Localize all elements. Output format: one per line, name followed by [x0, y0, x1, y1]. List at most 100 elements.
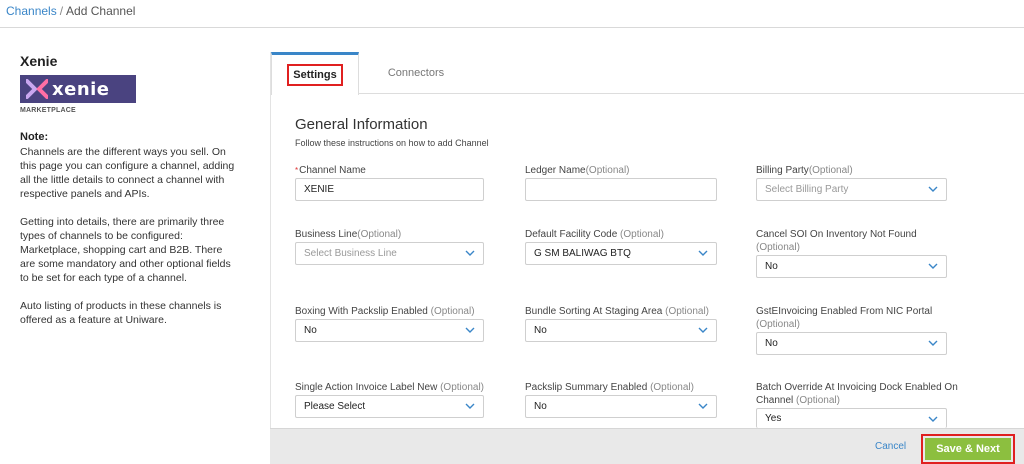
cancel-soi-select[interactable]: No [756, 255, 947, 278]
single-action-invoice-label-text: Single Action Invoice Label New [295, 382, 441, 393]
chevron-down-icon [698, 401, 708, 411]
batch-override-select[interactable]: Yes [756, 408, 947, 428]
gst-einvoicing-label-text: GstEInvoicing Enabled From NIC Portal [756, 306, 933, 317]
packslip-summary-optional: (Optional) [650, 382, 694, 393]
field-boxing-packslip: Boxing With Packslip Enabled (Optional) [295, 305, 475, 318]
channel-name-input[interactable]: XENIE [295, 178, 484, 201]
cancel-soi-label-text: Cancel SOI On Inventory Not Found [756, 229, 917, 240]
tab-bar: Settings Connectors [271, 52, 1024, 95]
channel-name-label: *Channel Name [295, 164, 366, 177]
field-packslip-summary: Packslip Summary Enabled (Optional) [525, 381, 694, 394]
tab-connectors[interactable]: Connectors [371, 52, 461, 94]
field-channel-name: *Channel Name [295, 164, 366, 177]
top-divider [0, 27, 1024, 28]
breadcrumb: Channels / Add Channel [6, 4, 135, 18]
boxing-packslip-select[interactable]: No [295, 319, 484, 342]
chevron-down-icon [698, 248, 708, 258]
chevron-down-icon [698, 325, 708, 335]
business-line-label-text: Business Line [295, 229, 358, 240]
gst-einvoicing-value: No [765, 338, 778, 349]
batch-override-value: Yes [765, 413, 782, 424]
billing-party-label-text: Billing Party [756, 165, 809, 176]
single-action-invoice-value: Please Select [304, 401, 366, 412]
field-batch-override: Batch Override At Invoicing Dock Enabled… [756, 381, 971, 407]
chevron-down-icon [465, 325, 475, 335]
business-line-placeholder: Select Business Line [304, 248, 397, 259]
billing-party-label: Billing Party(Optional) [756, 164, 853, 177]
note-paragraph-1: Channels are the different ways you sell… [20, 146, 235, 200]
field-business-line: Business Line(Optional) [295, 228, 401, 241]
default-facility-label: Default Facility Code (Optional) [525, 228, 664, 241]
bundle-sorting-label-text: Bundle Sorting At Staging Area [525, 306, 666, 317]
section-title: General Information [295, 116, 428, 133]
business-line-optional: (Optional) [357, 229, 402, 240]
batch-override-optional: (Optional) [796, 395, 840, 406]
logo-wordmark: xenie [52, 78, 110, 100]
chevron-down-icon [928, 184, 938, 194]
single-action-invoice-label: Single Action Invoice Label New (Optiona… [295, 381, 484, 394]
packslip-summary-label: Packslip Summary Enabled (Optional) [525, 381, 694, 394]
default-facility-label-text: Default Facility Code [525, 229, 621, 240]
boxing-packslip-value: No [304, 325, 317, 336]
channel-type-label: MARKETPLACE [20, 107, 76, 114]
bundle-sorting-optional: (Optional) [665, 306, 710, 317]
boxing-packslip-label-text: Boxing With Packslip Enabled [295, 306, 431, 317]
channel-name-label-text: Channel Name [299, 165, 366, 176]
channel-info-panel: Xenie xenie MARKETPLACE Note: Channels a… [20, 53, 240, 327]
field-default-facility: Default Facility Code (Optional) [525, 228, 664, 241]
save-next-button[interactable]: Save & Next [925, 438, 1011, 460]
settings-panel: Settings Connectors General Information … [270, 52, 1024, 464]
tab-settings-label: Settings [287, 64, 343, 86]
billing-party-placeholder: Select Billing Party [765, 184, 849, 195]
breadcrumb-current: Add Channel [66, 4, 136, 18]
note-title: Note: [20, 131, 49, 143]
ledger-name-label: Ledger Name(Optional) [525, 164, 630, 177]
boxing-packslip-label: Boxing With Packslip Enabled (Optional) [295, 305, 475, 318]
field-billing-party: Billing Party(Optional) [756, 164, 853, 177]
single-action-invoice-optional: (Optional) [440, 382, 484, 393]
note-paragraph-2: Getting into details, there are primaril… [20, 216, 231, 284]
bundle-sorting-label: Bundle Sorting At Staging Area (Optional… [525, 305, 709, 318]
cancel-soi-label: Cancel SOI On Inventory Not Found (Option… [756, 228, 956, 254]
business-line-select[interactable]: Select Business Line [295, 242, 484, 265]
default-facility-value: G SM BALIWAG BTQ [534, 248, 631, 259]
field-cancel-soi: Cancel SOI On Inventory Not Found (Option… [756, 228, 956, 254]
field-ledger-name: Ledger Name(Optional) [525, 164, 630, 177]
ledger-name-label-text: Ledger Name [525, 165, 586, 176]
boxing-packslip-optional: (Optional) [430, 306, 475, 317]
gst-einvoicing-select[interactable]: No [756, 332, 947, 355]
breadcrumb-separator: / [59, 4, 64, 18]
single-action-invoice-select[interactable]: Please Select [295, 395, 484, 418]
section-subtitle: Follow these instructions on how to add … [295, 138, 489, 148]
chevron-down-icon [928, 414, 938, 424]
chevron-down-icon [465, 248, 475, 258]
cancel-soi-value: No [765, 261, 778, 272]
note-paragraph-3: Auto listing of products in these channe… [20, 300, 222, 326]
batch-override-label: Batch Override At Invoicing Dock Enabled… [756, 381, 971, 407]
packslip-summary-value: No [534, 401, 547, 412]
action-footer: Cancel Save & Next [270, 428, 1024, 464]
business-line-label: Business Line(Optional) [295, 228, 401, 241]
channel-logo: xenie [20, 75, 136, 103]
field-gst-einvoicing: GstEInvoicing Enabled From NIC Portal (Op… [756, 305, 956, 331]
bundle-sorting-select[interactable]: No [525, 319, 717, 342]
tab-settings[interactable]: Settings [271, 52, 359, 95]
breadcrumb-channels-link[interactable]: Channels [6, 4, 57, 18]
save-highlight-frame: Save & Next [921, 434, 1015, 464]
chevron-down-icon [465, 401, 475, 411]
ledger-name-input[interactable] [525, 178, 717, 201]
chevron-down-icon [928, 338, 938, 348]
cancel-button[interactable]: Cancel [875, 441, 906, 452]
chevron-down-icon [928, 261, 938, 271]
billing-party-select[interactable]: Select Billing Party [756, 178, 947, 201]
default-facility-optional: (Optional) [620, 229, 664, 240]
xenie-logo-icon [26, 79, 48, 99]
required-marker: * [295, 166, 299, 175]
ledger-name-optional: (Optional) [585, 165, 630, 176]
packslip-summary-select[interactable]: No [525, 395, 717, 418]
default-facility-select[interactable]: G SM BALIWAG BTQ [525, 242, 717, 265]
gst-einvoicing-optional: (Optional) [756, 319, 800, 330]
packslip-summary-label-text: Packslip Summary Enabled [525, 382, 651, 393]
billing-party-optional: (Optional) [808, 165, 853, 176]
channel-name-heading: Xenie [20, 53, 58, 69]
